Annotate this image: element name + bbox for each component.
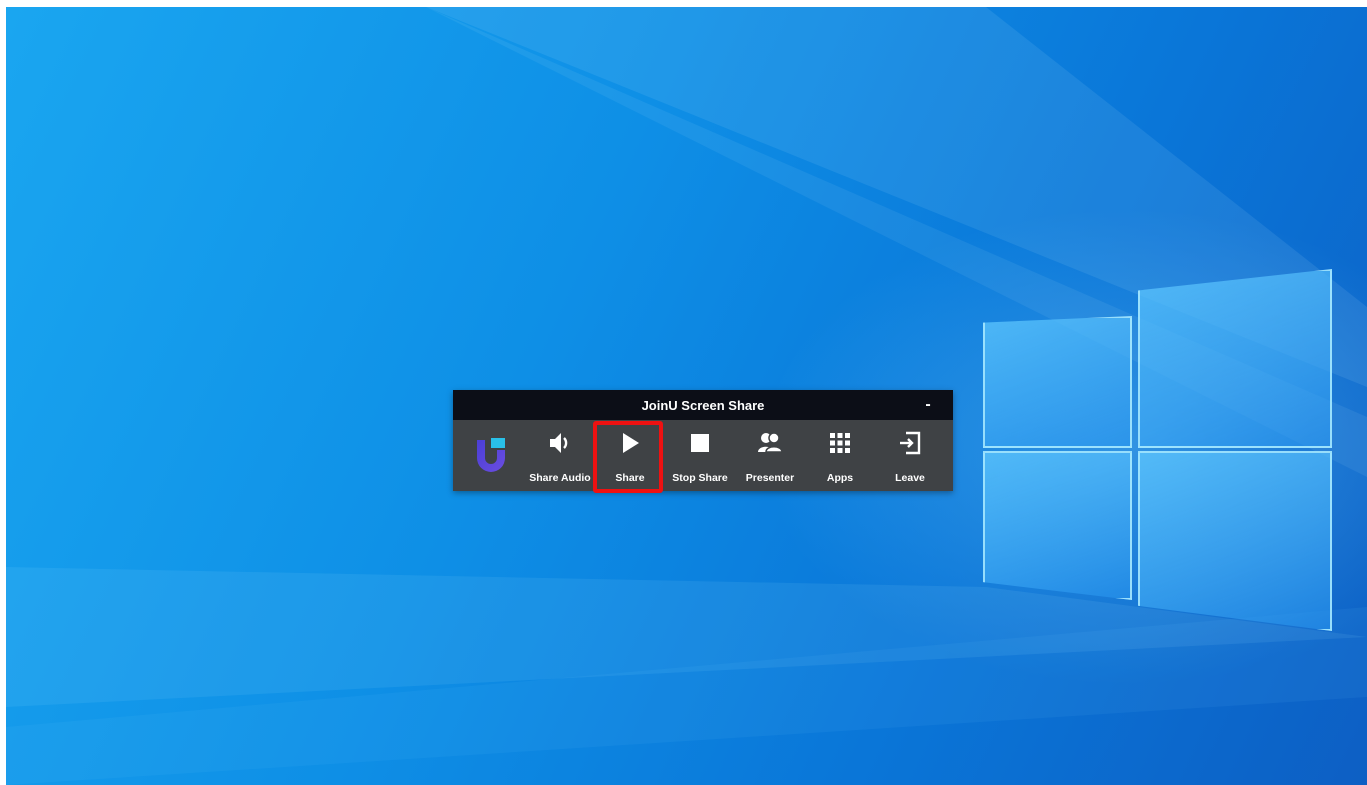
apps-label: Apps (826, 472, 854, 484)
presenter-label: Presenter (745, 472, 795, 484)
play-icon (623, 433, 639, 453)
presenter-icon (758, 432, 783, 453)
presenter-button[interactable]: Presenter (735, 424, 805, 488)
share-button[interactable]: Share (595, 424, 665, 488)
speaker-icon (550, 433, 568, 453)
windows-logo-pane-top-right (1138, 269, 1332, 448)
share-label: Share (615, 472, 645, 484)
toolbar-title: JoinU Screen Share (641, 398, 765, 413)
share-audio-button[interactable]: Share Audio (525, 424, 595, 488)
stop-share-label: Stop Share (672, 472, 728, 484)
toolbar-titlebar[interactable]: JoinU Screen Share - (453, 390, 953, 420)
windows-logo-pane-bottom-left (983, 451, 1132, 600)
windows-logo-pane-bottom-right (1138, 451, 1332, 631)
stop-icon (691, 434, 709, 452)
screen-share-toolbar: JoinU Screen Share - Share Audio Share S… (453, 390, 953, 491)
apps-grid-icon (830, 433, 850, 453)
leave-button[interactable]: Leave (875, 424, 945, 488)
apps-button[interactable]: Apps (805, 424, 875, 488)
leave-icon (900, 431, 921, 455)
stop-share-button[interactable]: Stop Share (665, 424, 735, 488)
joinu-logo (477, 438, 505, 472)
share-audio-label: Share Audio (529, 472, 591, 484)
windows-logo-pane-top-left (983, 316, 1132, 448)
leave-label: Leave (895, 472, 925, 484)
minimize-button[interactable]: - (921, 396, 935, 414)
